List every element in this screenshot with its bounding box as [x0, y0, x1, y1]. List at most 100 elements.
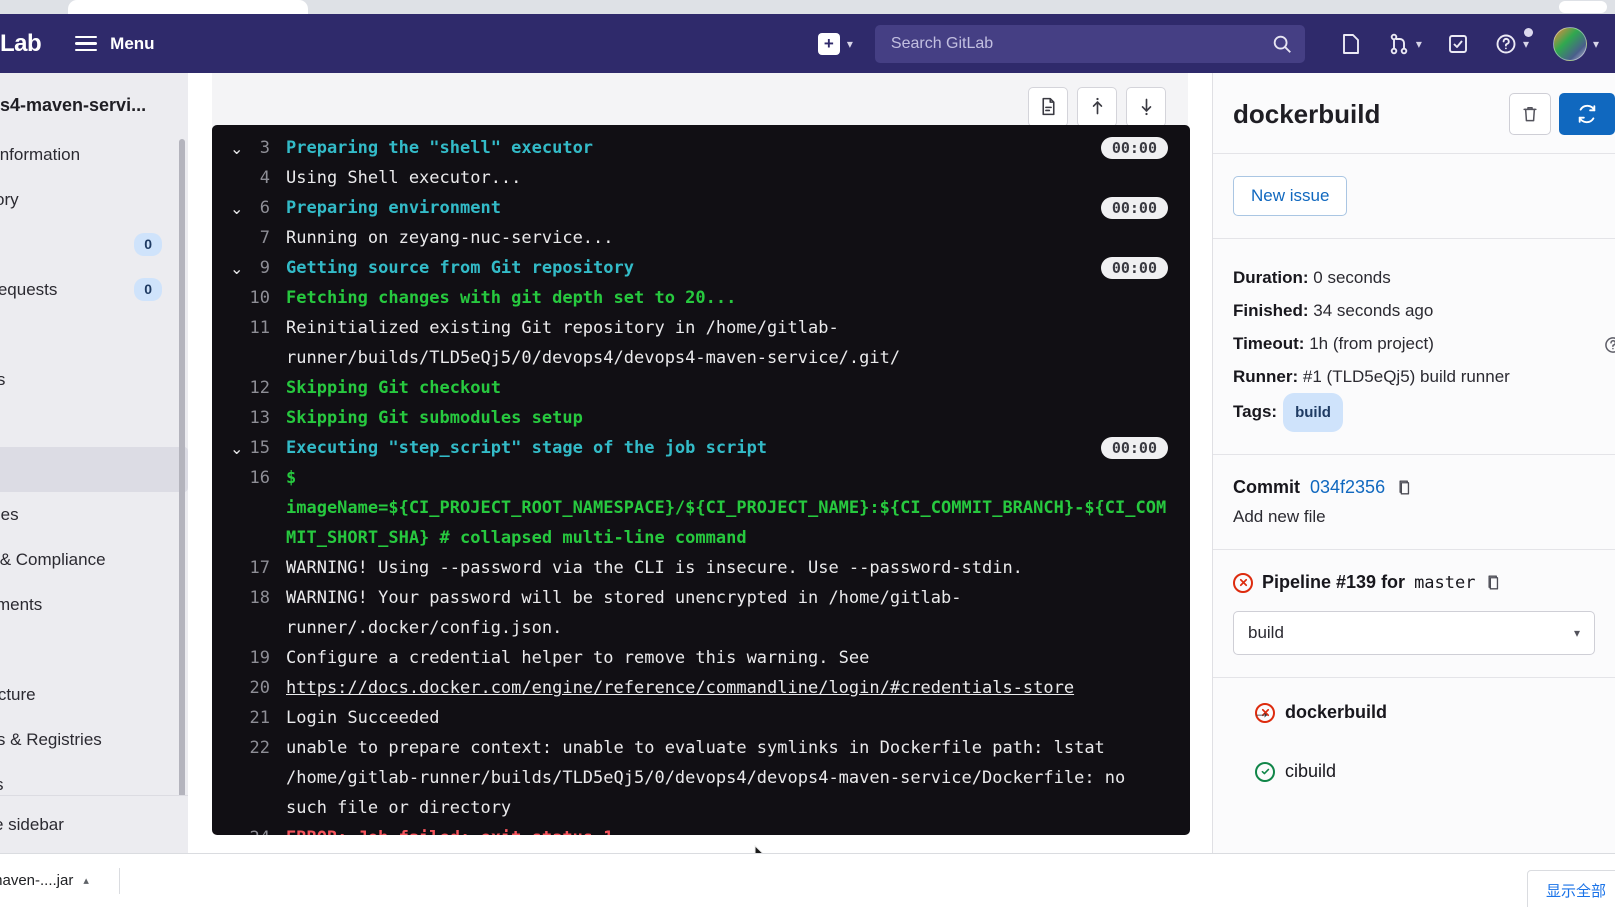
stage-job-item[interactable]: cibuild	[1233, 755, 1595, 788]
copy-pipeline-ref-icon[interactable]	[1484, 573, 1503, 592]
todos-icon[interactable]	[1440, 26, 1476, 62]
sidebar-item-11[interactable]: or	[0, 627, 188, 672]
show-all-downloads-button[interactable]: 显示全部	[1526, 870, 1615, 907]
log-line: ⌄ 15 Executing "step_script" stage of the …	[212, 433, 1190, 463]
log-line-number[interactable]: 24	[212, 823, 286, 835]
raw-log-icon[interactable]	[1028, 86, 1068, 127]
log-line-number[interactable]: 12	[212, 373, 286, 403]
sidebar-item-10[interactable]: oyments	[0, 582, 188, 627]
sidebar-item-label: e requests	[0, 279, 58, 299]
job-detail-key: Timeout:	[1233, 334, 1305, 353]
status-passed-icon	[1255, 761, 1275, 782]
log-line-number[interactable]: 20	[212, 673, 286, 703]
sidebar-item-label: tructure	[0, 684, 36, 704]
browser-tab[interactable]	[68, 0, 308, 14]
retry-icon[interactable]	[1559, 93, 1615, 135]
log-line-text: Login Succeeded	[286, 708, 440, 728]
log-section-duration: 00:00	[1100, 197, 1168, 219]
log-line: 4 Using Shell executor...	[212, 163, 1190, 193]
sidebar-item-4[interactable]	[0, 312, 188, 357]
stage-select[interactable]: build ▾	[1233, 611, 1595, 655]
log-line-text: WARNING! Using --password via the CLI is…	[286, 558, 1023, 578]
job-detail-row: Timeout: 1h (from project)	[1233, 327, 1615, 360]
log-line-text: Running on zeyang-nuc-service...	[286, 228, 614, 248]
sidebar-item-label: ity & Compliance	[0, 549, 106, 569]
commit-sha-link[interactable]: 034f2356	[1310, 477, 1385, 498]
sidebar-item-12[interactable]: tructure	[0, 672, 188, 717]
sidebar-item-1[interactable]: sitory	[0, 177, 188, 222]
log-line-number[interactable]: 17	[212, 553, 286, 583]
new-issue-section: New issue	[1213, 154, 1615, 239]
sidebar-item-3[interactable]: e requests 0	[0, 267, 188, 312]
stage-job-item[interactable]: dockerbuild	[1233, 696, 1595, 729]
pipeline-ref[interactable]: master	[1414, 573, 1475, 593]
project-title: ops4-maven-servi...	[0, 95, 147, 115]
chevron-down-icon[interactable]: ⌄	[230, 195, 250, 225]
log-line-number[interactable]: 10	[212, 283, 286, 313]
sidebar-item-2[interactable]: s0	[0, 222, 188, 267]
search-icon	[1271, 33, 1293, 55]
collapse-sidebar-button[interactable]: ose sidebar	[0, 795, 188, 853]
log-line-text[interactable]: https://docs.docker.com/engine/reference…	[286, 673, 1174, 703]
create-new-group[interactable]: + ▾	[817, 32, 853, 55]
issues-icon[interactable]	[1333, 26, 1369, 62]
trash-icon[interactable]	[1509, 93, 1551, 135]
scroll-to-bottom-icon[interactable]	[1126, 86, 1166, 127]
sidebar-item-8[interactable]: dules	[0, 492, 188, 537]
sidebar-item-6[interactable]	[0, 402, 188, 447]
sidebar-item-0[interactable]: ct information	[0, 132, 188, 177]
browser-download-bar: maven-....jar ▴ 显示全部	[0, 853, 1615, 907]
search-input[interactable]: Search GitLab	[874, 24, 1305, 63]
log-line-number[interactable]: 4	[212, 163, 286, 193]
sidebar-item-label: dules	[0, 504, 19, 524]
log-line-number[interactable]: 11	[212, 313, 286, 343]
log-line-text: Getting source from Git repository	[286, 258, 634, 278]
log-line-number[interactable]: 22	[212, 733, 286, 763]
plus-icon[interactable]: +	[817, 32, 840, 55]
log-line-number[interactable]: 21	[212, 703, 286, 733]
sidebar-scrollbar[interactable]	[179, 139, 185, 839]
scroll-to-top-icon[interactable]	[1077, 86, 1117, 127]
job-log-area: ⌄ 3 Preparing the "shell" executor 00:00 4 Us…	[188, 73, 1212, 862]
sidebar-item-9[interactable]: ity & Compliance	[0, 537, 188, 582]
browser-toolbar-pill[interactable]	[1559, 1, 1607, 13]
stage-job-name: dockerbuild	[1285, 702, 1388, 722]
pipeline-label[interactable]: Pipeline #139 for	[1262, 572, 1405, 593]
stage-job-name: cibuild	[1285, 761, 1337, 781]
sidebar-item-label: oyments	[0, 594, 43, 614]
new-issue-button[interactable]: New issue	[1233, 176, 1348, 216]
log-line-number[interactable]: 13	[212, 403, 286, 433]
chevron-down-icon[interactable]: ⌄	[230, 255, 250, 285]
copy-commit-sha-icon[interactable]	[1395, 478, 1414, 497]
log-line-number[interactable]: 7	[212, 223, 286, 253]
timeout-help-icon[interactable]	[1603, 333, 1615, 366]
log-line: 13 Skipping Git submodules setup	[212, 403, 1190, 433]
log-line-text: Preparing environment	[286, 198, 501, 218]
log-line: ⌄ 3 Preparing the "shell" executor 00:00	[212, 133, 1190, 163]
sidebar-item-7[interactable]	[0, 447, 188, 492]
gitlab-logo[interactable]: Lab	[0, 30, 42, 58]
gitlab-job-page: Lab Menu + ▾ Search GitLab ▾ ▾ ▾ s4-mave…	[0, 0, 1615, 907]
tag-badge[interactable]: build	[1283, 393, 1343, 432]
log-line-number[interactable]: 19	[212, 643, 286, 673]
chevron-down-icon[interactable]: ⌄	[230, 135, 250, 165]
commit-row: Commit 034f2356	[1233, 477, 1595, 498]
job-log-output[interactable]: ⌄ 3 Preparing the "shell" executor 00:00 4 Us…	[212, 125, 1190, 835]
chevron-up-icon[interactable]: ▴	[83, 874, 89, 887]
log-section-duration: 00:00	[1100, 137, 1168, 159]
sidebar-item-label: nes	[0, 369, 6, 389]
sidebar-item-13[interactable]: ges & Registries	[0, 717, 188, 762]
download-item[interactable]: maven-....jar ▴	[0, 865, 101, 896]
log-line-number[interactable]: 18	[212, 583, 286, 613]
merge-requests-icon[interactable]: ▾	[1381, 26, 1428, 62]
help-icon[interactable]: ▾	[1488, 26, 1535, 62]
main-menu-button[interactable]: Menu	[75, 34, 155, 54]
sidebar-item-5[interactable]: nes	[0, 357, 188, 402]
chevron-down-icon: ▾	[1415, 36, 1422, 51]
tags-label: Tags:	[1233, 402, 1278, 421]
user-menu-button[interactable]: ▾	[1552, 26, 1599, 61]
chevron-down-icon[interactable]: ⌄	[230, 435, 250, 465]
log-line-number[interactable]: 16	[212, 463, 286, 493]
log-line: 16 $ imageName=${CI_PROJECT_ROOT_NAMESPAC…	[212, 463, 1190, 553]
log-line-text: Skipping Git checkout	[286, 378, 501, 398]
